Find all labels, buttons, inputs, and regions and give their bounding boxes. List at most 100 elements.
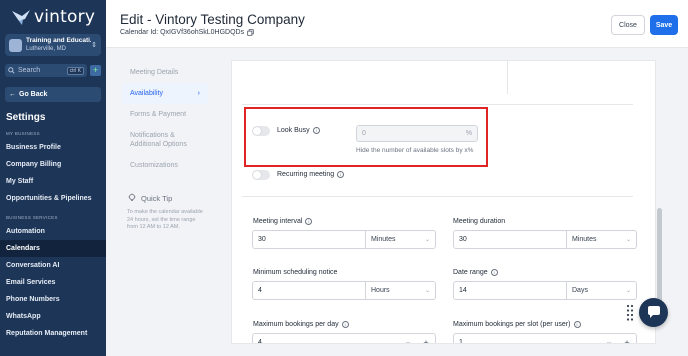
meeting-duration-value: 30 — [459, 236, 467, 243]
meeting-interval-value: 30 — [258, 236, 266, 243]
sidebar: vintory Training and Educati... Luthervi… — [0, 0, 106, 356]
calendar-id: Calendar Id: QxIGVf36ohSkL0HGDQDs — [120, 29, 254, 36]
minus-icon[interactable]: − — [606, 338, 611, 344]
arrow-left-icon: ← — [9, 91, 16, 98]
info-icon[interactable]: i — [312, 127, 320, 134]
percent-suffix: % — [465, 130, 472, 137]
chevron-down-icon: ⌄ — [625, 288, 631, 294]
account-name: Training and Educati... — [26, 37, 92, 44]
look-busy-value: 0 — [362, 130, 366, 137]
brand-logo[interactable]: vintory — [0, 0, 106, 34]
plus-icon: + — [92, 65, 99, 75]
sidebar-item-reputation[interactable]: Reputation Management — [0, 325, 106, 342]
sidebar-item-my-staff[interactable]: My Staff — [0, 173, 106, 190]
sidebar-item-business-profile[interactable]: Business Profile — [0, 139, 106, 156]
settings-title: Settings — [6, 112, 46, 123]
chat-widget-button[interactable] — [639, 298, 668, 327]
sidebar-item-email-services[interactable]: Email Services — [0, 274, 106, 291]
chat-bubble-icon — [647, 306, 660, 318]
date-range-unit: Days — [572, 287, 588, 294]
recurring-meeting-label: Recurring meeting i — [277, 171, 345, 178]
meeting-duration-unit: Minutes — [572, 236, 597, 243]
sidebar-item-whatsapp[interactable]: WhatsApp — [0, 308, 106, 325]
meeting-duration-unit-select[interactable]: Minutes ⌄ — [566, 231, 636, 248]
max-per-day-stepper[interactable]: − + — [399, 334, 435, 344]
account-avatar — [9, 38, 22, 52]
max-per-day-text: Maximum bookings per day — [253, 321, 339, 328]
quick-tip-title: Quick Tip — [141, 193, 173, 203]
sidebar-search-input[interactable]: Search ctrl K — [5, 64, 87, 77]
availability-card: Look Busy i 0 % Hide the number of avail… — [231, 60, 656, 344]
calendar-id-text: Calendar Id: QxIGVf36ohSkL0HGDQDs — [120, 29, 245, 36]
min-notice-field[interactable]: 4 Hours ⌄ — [252, 281, 436, 300]
meeting-interval-field[interactable]: 30 Minutes ⌄ — [252, 230, 436, 249]
date-range-text: Date range — [453, 269, 488, 276]
meeting-duration-text: Meeting duration — [453, 218, 506, 225]
sidebar-item-phone-numbers[interactable]: Phone Numbers — [0, 291, 106, 308]
quick-tip-body: To make the calendar available 24 hours,… — [127, 209, 203, 230]
minus-icon[interactable]: − — [405, 338, 410, 344]
chevron-right-icon: › — [197, 90, 200, 97]
sidebar-item-company-billing[interactable]: Company Billing — [0, 156, 106, 173]
look-busy-label: Look Busy i — [277, 127, 320, 134]
tab-meeting-details[interactable]: Meeting Details — [122, 62, 208, 83]
account-switcher[interactable]: Training and Educati... Lutherville, MD … — [5, 34, 101, 56]
tab-availability[interactable]: Availability › — [122, 83, 208, 104]
max-per-slot-field[interactable]: 1 − + — [453, 333, 637, 344]
max-per-day-label: Maximum bookings per day i — [253, 321, 349, 328]
info-icon[interactable]: i — [305, 218, 313, 225]
meeting-interval-text: Meeting interval — [253, 218, 303, 225]
max-per-slot-stepper[interactable]: − + — [600, 334, 636, 344]
copy-icon[interactable] — [247, 29, 254, 36]
meeting-duration-field[interactable]: 30 Minutes ⌄ — [453, 230, 637, 249]
drag-handle-icon[interactable] — [626, 304, 634, 322]
sidebar-item-opportunities[interactable]: Opportunities & Pipelines — [0, 190, 106, 207]
meeting-interval-unit-select[interactable]: Minutes ⌄ — [365, 231, 435, 248]
account-location: Lutherville, MD — [26, 46, 67, 52]
page-header: Edit - Vintory Testing Company Calendar … — [106, 0, 688, 48]
search-placeholder: Search — [18, 67, 41, 74]
go-back-button[interactable]: ← Go Back — [5, 87, 101, 102]
max-per-day-field[interactable]: 4 − + — [252, 333, 436, 344]
chevron-down-icon: ⌄ — [424, 237, 430, 243]
chevron-down-icon: ⌄ — [625, 237, 631, 243]
date-range-unit-select[interactable]: Days ⌄ — [566, 282, 636, 299]
info-icon[interactable]: i — [337, 171, 345, 178]
info-icon[interactable]: i — [490, 269, 498, 276]
tab-customizations[interactable]: Customizations — [122, 155, 208, 176]
date-range-field[interactable]: 14 Days ⌄ — [453, 281, 637, 300]
meeting-duration-label: Meeting duration — [453, 218, 505, 225]
info-icon[interactable]: i — [573, 321, 581, 328]
page-title: Edit - Vintory Testing Company — [120, 12, 305, 27]
recurring-meeting-toggle[interactable] — [252, 170, 270, 180]
look-busy-toggle[interactable] — [252, 126, 270, 136]
sidebar-item-automation[interactable]: Automation — [0, 223, 106, 240]
sidebar-item-conversation-ai[interactable]: Conversation AI — [0, 257, 106, 274]
info-icon[interactable]: i — [341, 321, 349, 328]
brand-name: vintory — [34, 7, 96, 27]
min-notice-text: Minimum scheduling notice — [253, 269, 338, 276]
min-notice-value: 4 — [258, 287, 262, 294]
meeting-interval-unit: Minutes — [371, 236, 396, 243]
nav-section-business-services: BUSINESS SERVICES — [6, 215, 58, 220]
content-scrollbar-thumb[interactable] — [657, 208, 662, 308]
plus-icon[interactable]: + — [624, 338, 629, 344]
min-notice-unit: Hours — [371, 287, 390, 294]
save-button[interactable]: Save — [650, 15, 678, 35]
tab-forms-payment[interactable]: Forms & Payment — [122, 104, 208, 125]
lightbulb-icon — [128, 193, 136, 201]
tab-availability-label: Availability — [130, 90, 163, 97]
sidebar-item-calendars[interactable]: Calendars — [0, 240, 106, 257]
search-shortcut: ctrl K — [66, 66, 84, 75]
max-per-slot-label: Maximum bookings per slot (per user) i — [453, 321, 581, 328]
close-button[interactable]: Close — [611, 15, 645, 35]
plus-icon[interactable]: + — [423, 338, 428, 344]
search-icon — [8, 67, 15, 74]
tab-notifications[interactable]: Notifications & Additional Options — [122, 125, 208, 155]
look-busy-percent-input[interactable]: 0 % — [356, 125, 478, 142]
nav-section-my-business: MY BUSINESS — [6, 131, 40, 136]
divider — [507, 61, 508, 94]
quick-add-button[interactable]: + — [90, 65, 101, 76]
min-notice-unit-select[interactable]: Hours ⌄ — [365, 282, 435, 299]
divider — [242, 104, 633, 105]
